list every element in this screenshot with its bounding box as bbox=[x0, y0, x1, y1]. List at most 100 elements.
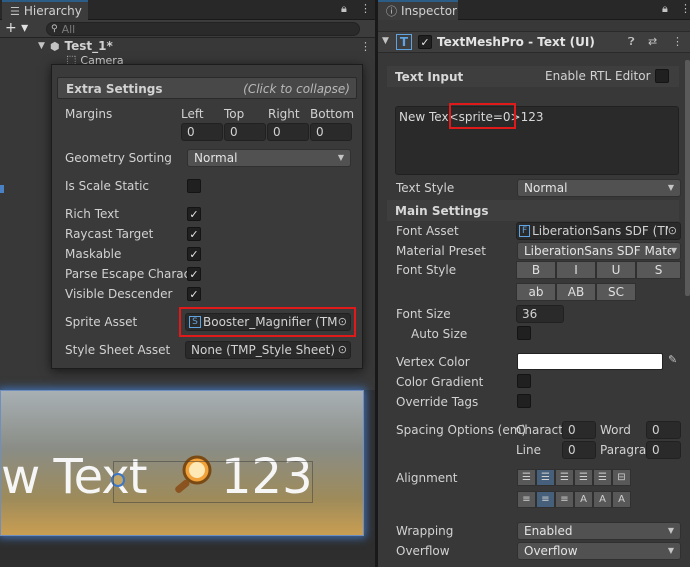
font-asset-icon: F bbox=[519, 225, 531, 237]
margins-label: Margins bbox=[65, 107, 113, 121]
item-more-icon[interactable]: ⋮ bbox=[360, 41, 371, 52]
material-preset-dropdown[interactable]: LiberationSans SDF Material ▼ bbox=[517, 242, 681, 260]
glyph-bounds bbox=[113, 461, 313, 503]
tab-hierarchy[interactable]: ☰ Hierarchy bbox=[2, 0, 88, 20]
spacing-options-label: Spacing Options (em) bbox=[396, 423, 527, 437]
raycast-target-label: Raycast Target bbox=[65, 227, 154, 241]
textmeshpro-icon: T bbox=[396, 34, 412, 50]
italic-button[interactable]: I bbox=[556, 261, 596, 279]
align-top-icon[interactable]: ≡ bbox=[517, 491, 536, 508]
eyedropper-icon[interactable]: ✎ bbox=[668, 354, 677, 365]
parse-escape-checkbox[interactable]: ✓ bbox=[187, 267, 201, 281]
inspector-lock-icon[interactable]: 🔒︎ bbox=[662, 3, 668, 14]
inspector-scrollbar[interactable] bbox=[685, 60, 690, 296]
is-scale-static-checkbox[interactable] bbox=[187, 179, 201, 193]
presets-icon[interactable]: ⇄ bbox=[648, 36, 657, 47]
overflow-dropdown[interactable]: Overflow ▼ bbox=[517, 542, 681, 560]
expand-arrow-icon: ▼ bbox=[38, 40, 45, 51]
main-settings-header[interactable]: Main Settings bbox=[387, 200, 679, 221]
strikethrough-button[interactable]: S bbox=[636, 261, 681, 279]
raycast-target-checkbox[interactable]: ✓ bbox=[187, 227, 201, 241]
tab-inspector[interactable]: ⓘ Inspector bbox=[378, 0, 458, 20]
scene-game-view[interactable]: w Text 123 bbox=[0, 390, 364, 536]
rich-text-label: Rich Text bbox=[65, 207, 119, 221]
color-gradient-label: Color Gradient bbox=[396, 375, 484, 389]
align-capline-icon[interactable]: A bbox=[612, 491, 631, 508]
text-style-dropdown[interactable]: Normal ▼ bbox=[517, 179, 681, 197]
style-sheet-label: Style Sheet Asset bbox=[65, 343, 171, 357]
vertical-alignment-group: ≡ ≡ ≡ A A A bbox=[517, 491, 631, 508]
spacing-character-label: Charact bbox=[516, 423, 563, 437]
dropdown-arrow-icon: ▼ bbox=[667, 546, 674, 555]
geometry-sorting-label: Geometry Sorting bbox=[65, 151, 172, 165]
list-icon: ☰ bbox=[10, 4, 20, 18]
margin-bottom-field[interactable]: 0 bbox=[310, 123, 352, 141]
dropdown-arrow-icon: ▼ bbox=[670, 246, 677, 255]
align-midline-icon[interactable]: A bbox=[593, 491, 612, 508]
align-center-icon[interactable]: ☰ bbox=[536, 469, 555, 486]
underline-button[interactable]: U bbox=[596, 261, 636, 279]
spacing-line-label: Line bbox=[516, 443, 542, 457]
enable-rtl-checkbox[interactable] bbox=[655, 69, 669, 83]
more-menu-icon[interactable]: ⋮ bbox=[360, 3, 371, 14]
align-geometry-center-icon[interactable]: ⊟ bbox=[612, 469, 631, 486]
component-enabled-checkbox[interactable]: ✓ bbox=[418, 35, 432, 49]
inspector-panel: ⓘ Inspector 🔒︎ ⋮ ▼ T ✓ TextMeshPro - Tex… bbox=[378, 0, 690, 567]
align-middle-icon[interactable]: ≡ bbox=[536, 491, 555, 508]
parse-escape-label: Parse Escape Charac bbox=[65, 267, 191, 281]
override-tags-checkbox[interactable] bbox=[517, 394, 531, 408]
spacing-word-field[interactable]: 0 bbox=[646, 421, 681, 439]
text-style-label: Text Style bbox=[396, 181, 455, 195]
wrapping-dropdown[interactable]: Enabled ▼ bbox=[517, 522, 681, 540]
component-title: TextMeshPro - Text (UI) bbox=[437, 35, 595, 49]
auto-size-checkbox[interactable] bbox=[517, 326, 531, 340]
smallcaps-button[interactable]: SC bbox=[596, 283, 636, 301]
lowercase-button[interactable]: ab bbox=[516, 283, 556, 301]
align-baseline-icon[interactable]: A bbox=[574, 491, 593, 508]
spacing-paragraph-field[interactable]: 0 bbox=[646, 441, 681, 459]
margin-left-field[interactable]: 0 bbox=[181, 123, 223, 141]
overflow-label: Overflow bbox=[396, 544, 450, 558]
extra-settings-header[interactable]: Extra Settings (Click to collapse) bbox=[57, 77, 357, 99]
align-right-icon[interactable]: ☰ bbox=[555, 469, 574, 486]
style-sheet-picker-icon[interactable]: ⊙ bbox=[337, 344, 347, 355]
spacing-character-field[interactable]: 0 bbox=[562, 421, 596, 439]
bold-button[interactable]: B bbox=[516, 261, 556, 279]
align-flush-icon[interactable]: ☰ bbox=[593, 469, 612, 486]
inspector-more-icon[interactable]: ⋮ bbox=[680, 3, 690, 14]
font-size-field[interactable]: 36 bbox=[516, 305, 564, 323]
spacing-paragraph-label: Paragra bbox=[600, 443, 647, 457]
component-more-icon[interactable]: ⋮ bbox=[672, 36, 683, 47]
rich-text-checkbox[interactable]: ✓ bbox=[187, 207, 201, 221]
lock-icon[interactable]: 🔒︎ bbox=[341, 3, 347, 14]
is-scale-static-label: Is Scale Static bbox=[65, 179, 150, 193]
align-justified-icon[interactable]: ☰ bbox=[574, 469, 593, 486]
vertex-color-swatch[interactable] bbox=[517, 353, 663, 370]
add-button[interactable]: + ▾ bbox=[5, 20, 28, 36]
sprite-asset-label: Sprite Asset bbox=[65, 315, 138, 329]
spacing-line-field[interactable]: 0 bbox=[562, 441, 596, 459]
maskable-checkbox[interactable]: ✓ bbox=[187, 247, 201, 261]
margin-right-field[interactable]: 0 bbox=[267, 123, 309, 141]
visible-descender-checkbox[interactable]: ✓ bbox=[187, 287, 201, 301]
collapse-hint: (Click to collapse) bbox=[243, 82, 350, 96]
font-asset-field[interactable]: F LiberationSans SDF (TM ⊙ bbox=[516, 222, 681, 240]
override-tags-label: Override Tags bbox=[396, 395, 479, 409]
hierarchy-item-test[interactable]: ▼ ⬢ Test_1* bbox=[38, 39, 113, 53]
align-left-icon[interactable]: ☰ bbox=[517, 469, 536, 486]
search-input[interactable]: ⚲ All bbox=[46, 22, 360, 36]
uppercase-button[interactable]: AB bbox=[556, 283, 596, 301]
color-gradient-checkbox[interactable] bbox=[517, 374, 531, 388]
font-asset-picker-icon[interactable]: ⊙ bbox=[667, 225, 677, 236]
text-input-area[interactable]: New Tex<sprite=0>123 bbox=[395, 106, 679, 175]
material-preset-label: Material Preset bbox=[396, 244, 486, 258]
info-icon: ⓘ bbox=[386, 4, 397, 18]
visible-descender-label: Visible Descender bbox=[65, 287, 173, 301]
align-bottom-icon[interactable]: ≡ bbox=[555, 491, 574, 508]
help-icon[interactable]: ❓︎ bbox=[628, 36, 635, 47]
margin-top-field[interactable]: 0 bbox=[224, 123, 266, 141]
margin-bottom-header: Bottom bbox=[310, 107, 355, 121]
geometry-sorting-dropdown[interactable]: Normal ▼ bbox=[187, 149, 351, 167]
component-fold-icon[interactable]: ▼ bbox=[382, 37, 389, 46]
style-sheet-field[interactable]: None (TMP_Style Sheet) ⊙ bbox=[185, 341, 351, 359]
